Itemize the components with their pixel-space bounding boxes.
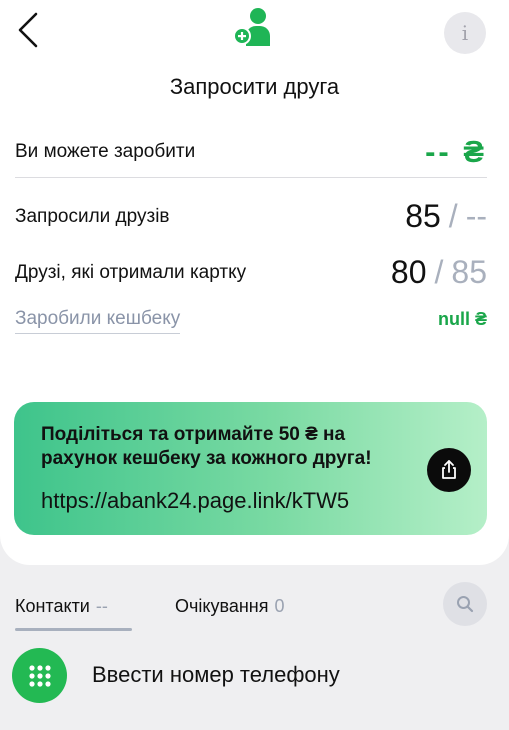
dial-button[interactable]	[12, 648, 67, 703]
search-button[interactable]	[443, 582, 487, 626]
back-button[interactable]	[14, 10, 44, 50]
share-button[interactable]	[427, 448, 471, 492]
earn-label: Ви можете заробити	[15, 141, 196, 162]
tab-contacts-label: Контакти	[15, 596, 90, 616]
promo-card[interactable]: Поділіться та отримайте 50 ₴ на рахунок …	[14, 402, 487, 535]
invited-label: Запросили друзів	[15, 206, 170, 227]
cashback-value: null ₴	[438, 309, 487, 329]
got-card-value: 80	[390, 254, 427, 290]
promo-text: Поділіться та отримайте 50 ₴ на рахунок …	[41, 424, 372, 469]
tab-pending-count: 0	[274, 596, 285, 616]
share-icon	[442, 460, 456, 479]
info-icon: i	[461, 21, 469, 45]
earn-value: -- ₴	[425, 134, 487, 169]
info-button[interactable]: i	[444, 12, 486, 54]
invited-separator: /	[448, 198, 458, 234]
dialpad-icon	[28, 664, 51, 687]
add-user-icon	[233, 8, 270, 46]
chevron-left-icon	[18, 12, 38, 48]
tab-contacts-count: --	[95, 596, 108, 616]
got-card-separator: /	[434, 254, 444, 290]
tab-pending-label: Очікування	[175, 596, 269, 616]
got-card-stat: 80 / 85	[391, 254, 487, 291]
active-tab-indicator	[15, 628, 132, 631]
page-title: Запросити друга	[169, 74, 340, 99]
invited-stat: 85 / --	[405, 198, 487, 235]
invited-value: 85	[405, 198, 441, 234]
got-card-total: 85	[451, 254, 487, 290]
got-card-label: Друзі, які отримали картку	[15, 262, 247, 283]
top-panel: i Запросити друга Ви можете заробити -- …	[0, 0, 509, 565]
cashback-link[interactable]: Заробили кешбеку	[15, 308, 181, 334]
invited-total: --	[465, 198, 487, 234]
referral-link[interactable]: https://abank24.page.link/kTW5	[41, 488, 349, 514]
tab-pending[interactable]: Очікування 0	[175, 596, 284, 617]
search-icon	[457, 596, 474, 613]
enter-phone-label[interactable]: Ввести номер телефону	[92, 662, 340, 688]
divider	[15, 177, 487, 178]
tab-contacts[interactable]: Контакти --	[15, 596, 108, 617]
